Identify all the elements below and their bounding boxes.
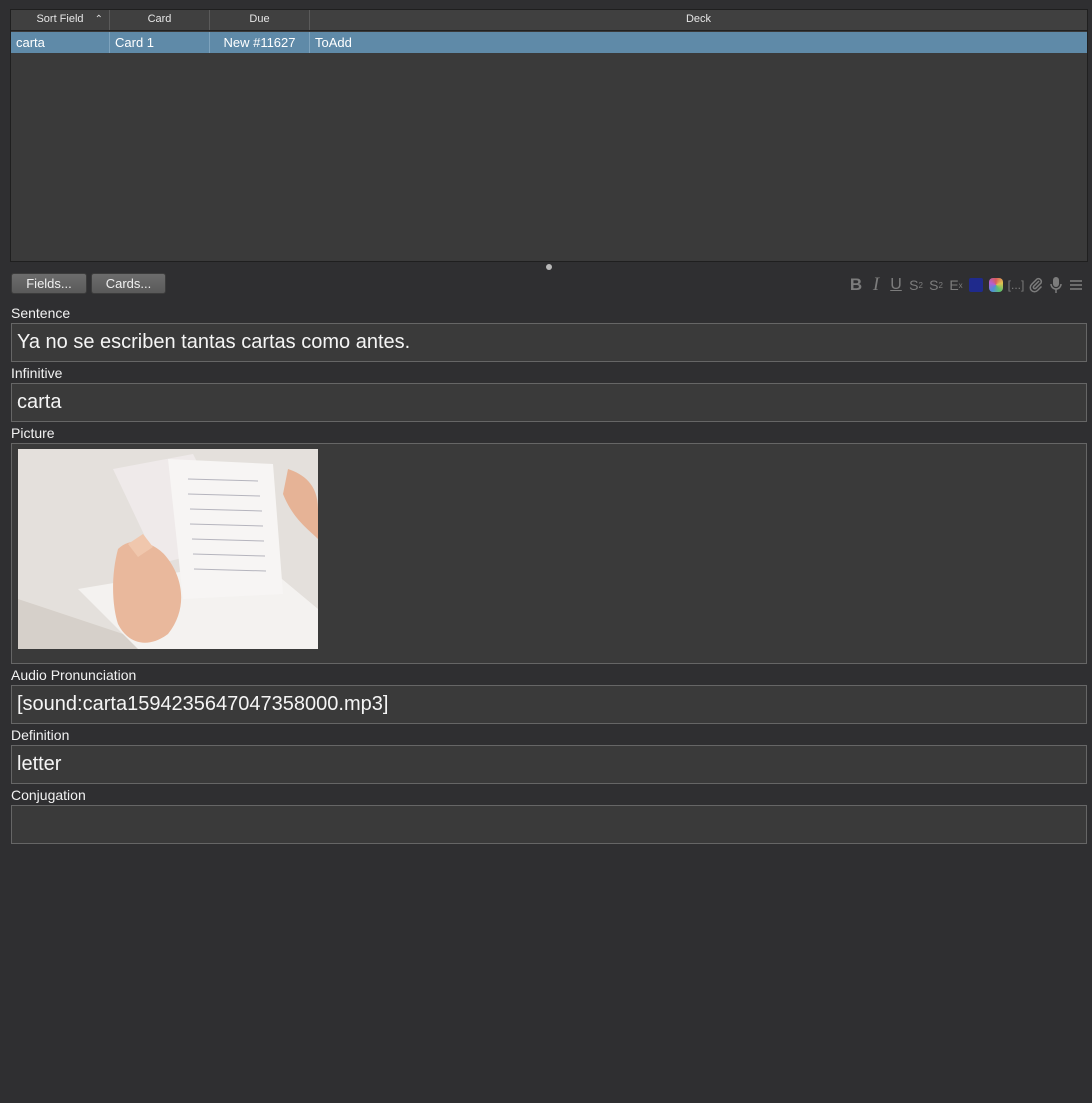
audio-pronunciation-field[interactable]: [sound:carta1594235647047358000.mp3] (11, 685, 1087, 724)
infinitive-field[interactable]: carta (11, 383, 1087, 422)
table-header: Sort Field ⌃ Card Due Deck (11, 10, 1087, 31)
table-row[interactable]: carta Card 1 New #11627 ToAdd (11, 32, 1087, 53)
italic-icon[interactable]: I (868, 274, 884, 295)
field-label-infinitive: Infinitive (11, 365, 63, 381)
format-toolbar: B I U S2 S2 Ex [...] (848, 274, 1084, 295)
card-list-table[interactable]: Sort Field ⌃ Card Due Deck carta Card 1 … (10, 9, 1088, 262)
splitter-handle[interactable] (546, 264, 552, 270)
column-header-card[interactable]: Card (110, 10, 210, 30)
highlight-color-icon[interactable] (988, 275, 1004, 295)
cell-deck: ToAdd (315, 35, 352, 50)
cloze-icon[interactable]: [...] (1008, 275, 1025, 295)
superscript-icon[interactable]: S2 (908, 275, 924, 295)
sort-ascending-icon: ⌃ (94, 14, 103, 25)
column-header-deck[interactable]: Deck (310, 10, 1087, 30)
definition-field[interactable]: letter (11, 745, 1087, 784)
column-header-sort-field[interactable]: Sort Field ⌃ (11, 10, 110, 30)
cell-sort-field: carta (11, 32, 110, 53)
conjugation-field[interactable] (11, 805, 1087, 844)
column-header-due[interactable]: Due (210, 10, 310, 30)
fields-button[interactable]: Fields... (11, 273, 87, 294)
sentence-field[interactable]: Ya no se escriben tantas cartas como ant… (11, 323, 1087, 362)
text-color-icon[interactable] (968, 275, 984, 295)
letter-photo (18, 449, 318, 649)
column-header-label: Sort Field (36, 13, 84, 25)
attach-icon[interactable] (1028, 275, 1044, 295)
record-icon[interactable] (1048, 275, 1064, 295)
clear-format-icon[interactable]: Ex (948, 275, 964, 295)
cell-card: Card 1 (110, 32, 210, 53)
field-label-audio-pronunciation: Audio Pronunciation (11, 667, 137, 683)
cards-button[interactable]: Cards... (91, 273, 166, 294)
bold-icon[interactable]: B (848, 275, 864, 295)
field-label-picture: Picture (11, 425, 55, 441)
subscript-icon[interactable]: S2 (928, 275, 944, 295)
cell-due: New #11627 (210, 32, 310, 53)
field-label-definition: Definition (11, 727, 70, 743)
underline-icon[interactable]: U (888, 275, 904, 295)
picture-field[interactable] (11, 443, 1087, 664)
field-label-conjugation: Conjugation (11, 787, 86, 803)
field-label-sentence: Sentence (11, 305, 71, 321)
more-icon[interactable] (1068, 275, 1084, 295)
